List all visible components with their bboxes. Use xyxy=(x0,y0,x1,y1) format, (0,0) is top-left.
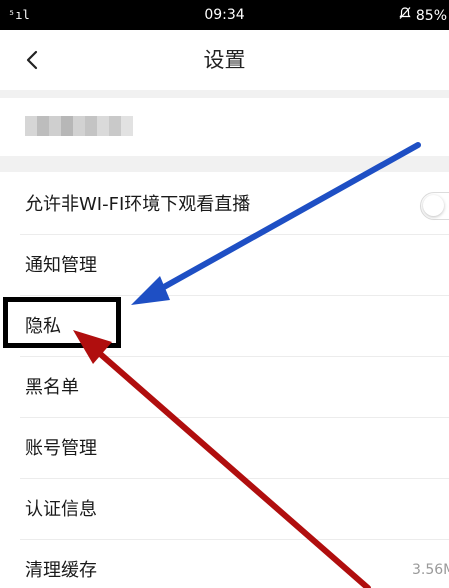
setting-clear-cache[interactable]: 清理缓存 3.56M xyxy=(0,540,449,588)
section-divider xyxy=(0,156,449,172)
setting-notifications[interactable]: 通知管理 xyxy=(0,235,449,296)
header: 设置 xyxy=(0,30,449,90)
divider xyxy=(0,90,449,98)
setting-label: 认证信息 xyxy=(25,499,97,520)
status-right: 85% xyxy=(398,6,447,26)
wifi-live-toggle[interactable] xyxy=(420,192,449,220)
setting-label: 通知管理 xyxy=(25,255,97,276)
settings-screen: ⁵ıl 09:34 85% 设置 允许非WI-FI环境下观看直播 通知管理 隐私… xyxy=(0,0,449,588)
highlight-box xyxy=(3,297,121,348)
setting-label: 黑名单 xyxy=(25,377,79,398)
cache-size: 3.56M xyxy=(412,562,449,578)
blurred-username xyxy=(25,116,133,136)
toggle-knob xyxy=(423,195,444,216)
back-button[interactable] xyxy=(14,42,50,78)
chevron-left-icon xyxy=(26,50,38,70)
battery-level: 85% xyxy=(415,8,447,24)
bell-off-icon xyxy=(398,6,412,26)
settings-list: 允许非WI-FI环境下观看直播 通知管理 隐私 黑名单 账号管理 认证信息 清理… xyxy=(0,174,449,588)
setting-blacklist[interactable]: 黑名单 xyxy=(0,357,449,418)
status-time: 09:34 xyxy=(204,7,245,23)
setting-verification[interactable]: 认证信息 xyxy=(0,479,449,540)
setting-label: 账号管理 xyxy=(25,438,97,459)
status-bar: ⁵ıl 09:34 85% xyxy=(0,0,449,30)
setting-wifi-live[interactable]: 允许非WI-FI环境下观看直播 xyxy=(0,174,449,235)
setting-label: 清理缓存 xyxy=(25,560,97,581)
setting-account[interactable]: 账号管理 xyxy=(0,418,449,479)
page-title: 设置 xyxy=(203,48,246,72)
setting-label: 允许非WI-FI环境下观看直播 xyxy=(25,194,251,215)
